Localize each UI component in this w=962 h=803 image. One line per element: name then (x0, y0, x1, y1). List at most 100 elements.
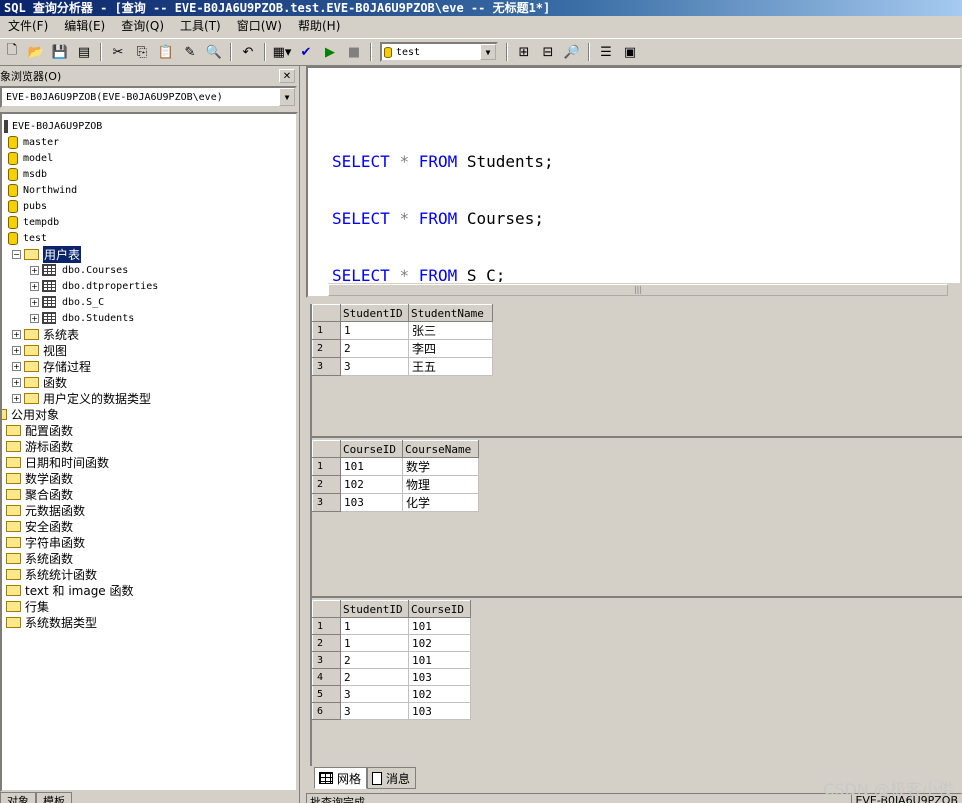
undo-icon[interactable]: ↶ (238, 42, 258, 62)
tree-node-function-folder[interactable]: 聚合函数 (6, 486, 73, 502)
table-cell[interactable]: 王五 (408, 357, 493, 376)
table-cell[interactable]: 102 (408, 634, 471, 652)
tree-node-function-folder[interactable]: 游标函数 (6, 438, 73, 454)
table-cell[interactable]: 101 (408, 617, 471, 635)
tree-node-common-objects[interactable]: 公用对象 (2, 406, 59, 422)
new-query-icon[interactable]: 🗋 (2, 42, 22, 62)
tree-node-database[interactable]: pubs (8, 198, 47, 214)
menu-query[interactable]: 查询(Q) (113, 16, 172, 36)
find-icon[interactable]: 🔍 (204, 42, 224, 62)
execute-icon[interactable]: ▶ (320, 42, 340, 62)
column-header[interactable]: CourseID (340, 440, 403, 458)
open-icon[interactable]: 📂 (26, 42, 46, 62)
tree-node-folder[interactable]: + 系统表 (12, 326, 79, 342)
database-select[interactable]: test ▼ (380, 42, 498, 62)
tree-node-function-folder[interactable]: 配置函数 (6, 422, 73, 438)
table-cell[interactable]: 数学 (402, 457, 479, 476)
tab-templates[interactable]: 模板 (36, 792, 72, 803)
cut-icon[interactable]: ✂ (108, 42, 128, 62)
row-number[interactable]: 4 (312, 668, 341, 686)
tree-node-database[interactable]: msdb (8, 166, 47, 182)
tree-node-folder[interactable]: + 存储过程 (12, 358, 91, 374)
tree-node-function-folder[interactable]: 字符串函数 (6, 534, 85, 550)
clear-window-icon[interactable]: ✎ (180, 42, 200, 62)
table-cell[interactable]: 102 (408, 685, 471, 703)
row-header-corner[interactable] (312, 440, 341, 458)
tree-node-function-folder[interactable]: 元数据函数 (6, 502, 85, 518)
tab-grid[interactable]: 网格 (314, 767, 368, 789)
table-cell[interactable]: 2 (340, 339, 409, 358)
expand-icon[interactable]: + (12, 345, 21, 355)
table-cell[interactable]: 103 (408, 668, 471, 686)
expand-icon[interactable]: + (30, 297, 39, 307)
row-number[interactable]: 2 (312, 634, 341, 652)
row-number[interactable]: 1 (312, 617, 341, 635)
tree-node-function-folder[interactable]: text 和 image 函数 (6, 582, 134, 598)
row-number[interactable]: 6 (312, 702, 341, 720)
table-cell[interactable]: 103 (340, 493, 403, 512)
expand-icon[interactable]: + (30, 281, 39, 291)
menu-window[interactable]: 窗口(W) (229, 16, 290, 36)
table-cell[interactable]: 物理 (402, 475, 479, 494)
tree-node-database-test[interactable]: test (8, 230, 47, 246)
table-cell[interactable]: 1 (340, 634, 409, 652)
execution-plan-icon[interactable]: ⊞ (514, 42, 534, 62)
show-results-pane-icon[interactable]: ▣ (620, 42, 640, 62)
expand-icon[interactable]: + (12, 377, 21, 387)
table-cell[interactable]: 103 (408, 702, 471, 720)
close-icon[interactable]: ✕ (279, 69, 295, 83)
row-header-corner[interactable] (312, 600, 341, 618)
table-cell[interactable]: 2 (340, 651, 409, 669)
tree-node-table[interactable]: + dbo.Students (30, 310, 134, 326)
object-browser-icon[interactable]: ⊟ (538, 42, 558, 62)
tree-node-function-folder[interactable]: 日期和时间函数 (6, 454, 109, 470)
table-cell[interactable]: 2 (340, 668, 409, 686)
menu-help[interactable]: 帮助(H) (290, 16, 348, 36)
tree-node-database[interactable]: Northwind (8, 182, 77, 198)
tree-node-function-folder[interactable]: 系统数据类型 (6, 614, 97, 630)
row-number[interactable]: 3 (312, 357, 341, 376)
tree-node-table[interactable]: + dbo.S_C (30, 294, 104, 310)
column-header[interactable]: StudentName (408, 304, 493, 322)
chevron-down-icon[interactable]: ▼ (480, 44, 496, 60)
tab-messages[interactable]: 消息 (367, 767, 417, 789)
tree-node-folder[interactable]: + 用户定义的数据类型 (12, 390, 151, 406)
tree-node-database[interactable]: tempdb (8, 214, 59, 230)
tree-node-function-folder[interactable]: 系统统计函数 (6, 566, 97, 582)
row-number[interactable]: 1 (312, 457, 341, 476)
tree-node-function-folder[interactable]: 行集 (6, 598, 49, 614)
chevron-down-icon[interactable]: ▼ (279, 88, 295, 106)
server-combo[interactable]: EVE-B0JA6U9PZOB(EVE-B0JA6U9PZOB\eve) ▼ (0, 86, 297, 108)
table-cell[interactable]: 化学 (402, 493, 479, 512)
table-cell[interactable]: 张三 (408, 321, 493, 340)
menu-edit[interactable]: 编辑(E) (56, 16, 113, 36)
table-cell[interactable]: 3 (340, 357, 409, 376)
tree-node-table[interactable]: + dbo.Courses (30, 262, 128, 278)
row-number[interactable]: 1 (312, 321, 341, 340)
tree-node-function-folder[interactable]: 系统函数 (6, 550, 73, 566)
tree-node-user-tables[interactable]: − 用户表 (12, 245, 82, 263)
tree-node-function-folder[interactable]: 安全函数 (6, 518, 73, 534)
table-cell[interactable]: 102 (340, 475, 403, 494)
row-number[interactable]: 2 (312, 339, 341, 358)
tree-node-folder[interactable]: + 函数 (12, 374, 67, 390)
table-cell[interactable]: 1 (340, 617, 409, 635)
table-cell[interactable]: 3 (340, 685, 409, 703)
tree-node-database[interactable]: model (8, 150, 53, 166)
parse-query-icon[interactable]: ✔ (296, 42, 316, 62)
row-number[interactable]: 5 (312, 685, 341, 703)
row-number[interactable]: 3 (312, 651, 341, 669)
tree-node-function-folder[interactable]: 数学函数 (6, 470, 73, 486)
column-header[interactable]: StudentID (340, 600, 409, 618)
table-cell[interactable]: 101 (340, 457, 403, 476)
scrollbar-thumb[interactable]: ||| (328, 284, 948, 296)
expand-icon[interactable]: + (12, 329, 21, 339)
column-header[interactable]: StudentID (340, 304, 409, 322)
table-cell[interactable]: 3 (340, 702, 409, 720)
row-header-corner[interactable] (312, 304, 341, 322)
tree-node-folder[interactable]: + 视图 (12, 342, 67, 358)
menu-file[interactable]: 文件(F) (0, 16, 56, 36)
copy-icon[interactable]: ⎘ (132, 42, 152, 62)
tree-node-server[interactable]: EVE-B0JA6U9PZOB (4, 118, 102, 134)
tree-node-table[interactable]: + dbo.dtproperties (30, 278, 158, 294)
